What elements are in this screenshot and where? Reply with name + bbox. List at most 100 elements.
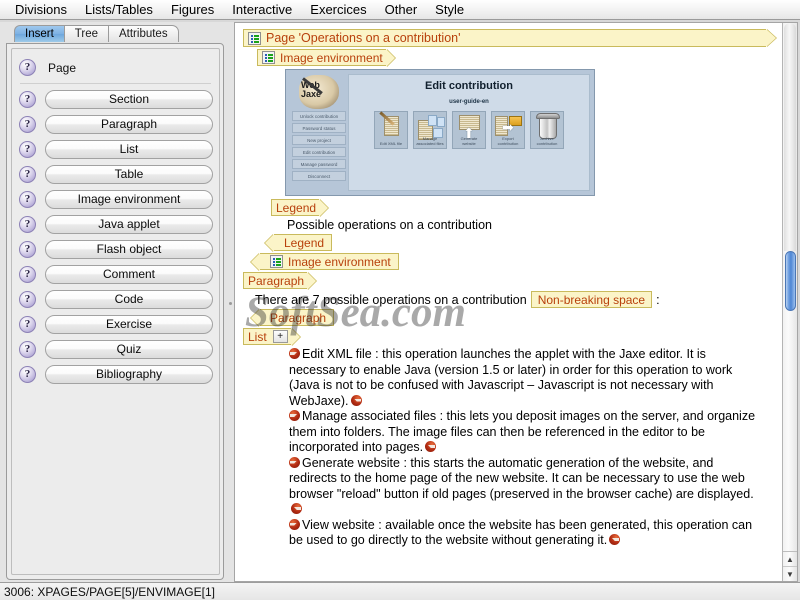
menu-divisions[interactable]: Divisions xyxy=(6,1,76,19)
insert-button-paragraph[interactable]: Paragraph xyxy=(45,115,213,134)
help-icon[interactable]: ? xyxy=(19,341,36,358)
tag-legend-open[interactable]: Legend xyxy=(271,199,320,216)
paragraph-body[interactable]: There are 7 possible operations on a con… xyxy=(255,291,776,308)
help-icon[interactable]: ? xyxy=(19,141,36,158)
insert-button-exercise[interactable]: Exercise xyxy=(45,315,213,334)
item-start-icon xyxy=(289,348,300,359)
tag-paragraph-close[interactable]: Paragraph xyxy=(260,309,335,326)
tag-page-label: Page 'Operations on a contribution' xyxy=(266,31,461,45)
insert-button-quiz[interactable]: Quiz xyxy=(45,340,213,359)
tab-insert[interactable]: Insert xyxy=(14,25,65,42)
tag-image-environment-close-label: Image environment xyxy=(288,254,391,269)
menu-other[interactable]: Other xyxy=(376,1,427,19)
insert-button-code[interactable]: Code xyxy=(45,290,213,309)
item-end-icon xyxy=(291,503,302,514)
tag-list-open[interactable]: List + xyxy=(243,328,291,345)
insert-button-section[interactable]: Section xyxy=(45,90,213,109)
help-icon[interactable]: ? xyxy=(19,116,36,133)
tab-attributes[interactable]: Attributes xyxy=(108,25,179,42)
insert-button-flash-object[interactable]: Flash object xyxy=(45,240,213,259)
tab-tree[interactable]: Tree xyxy=(63,25,109,42)
document-view[interactable]: SoftSea.com Page 'Operations on a contri… xyxy=(235,23,782,581)
list-item-text: View website : available once the websit… xyxy=(289,517,753,548)
item-end-icon xyxy=(609,534,621,545)
insert-row-quiz: ? Quiz xyxy=(12,337,219,362)
screenshot-side-button: Unlock contribution xyxy=(292,111,346,121)
help-icon[interactable]: ? xyxy=(19,266,36,283)
list-item[interactable]: View website : available once the websit… xyxy=(289,518,776,549)
manage-files-icon: Manage associated files xyxy=(413,111,447,149)
help-icon[interactable]: ? xyxy=(19,91,36,108)
icon-caption: Generate website xyxy=(460,137,478,146)
list-item[interactable]: Generate website : this starts the autom… xyxy=(289,456,776,518)
tag-legend-open-label: Legend xyxy=(276,200,317,215)
help-icon[interactable]: ? xyxy=(19,291,36,308)
insert-button-list[interactable]: List xyxy=(45,140,213,159)
help-icon[interactable]: ? xyxy=(19,216,36,233)
item-start-icon xyxy=(289,518,300,530)
help-icon[interactable]: ? xyxy=(19,366,36,383)
document-panel: SoftSea.com Page 'Operations on a contri… xyxy=(234,22,798,582)
icon-caption: Export contribution xyxy=(497,137,519,146)
insert-row-flash-object: ? Flash object xyxy=(12,237,219,262)
tag-legend-close-label: Legend xyxy=(284,235,325,250)
screenshot-title: Edit contribution xyxy=(425,80,513,92)
list-icon xyxy=(262,51,275,64)
status-bar: 3006: XPAGES/PAGE[5]/ENVIMAGE[1] xyxy=(0,582,800,600)
screenshot-main: Edit contribution user-guide-en Edit XML… xyxy=(348,74,590,191)
legend-open-line: Legend xyxy=(271,199,776,216)
insert-row-image-environment: ? Image environment xyxy=(12,187,219,212)
scroll-up-arrow[interactable]: ▲ xyxy=(783,552,797,567)
tag-paragraph-open[interactable]: Paragraph xyxy=(243,272,308,289)
help-icon[interactable]: ? xyxy=(19,241,36,258)
list-item[interactable]: Manage associated files : this lets you … xyxy=(289,409,776,456)
menu-figures[interactable]: Figures xyxy=(162,1,223,19)
insert-button-bibliography[interactable]: Bibliography xyxy=(45,365,213,384)
generate-website-icon: ⬆ Generate website xyxy=(452,111,486,149)
menu-exercices[interactable]: Exercices xyxy=(301,1,375,19)
add-list-item-button[interactable]: + xyxy=(272,330,288,343)
legend-close-line: Legend xyxy=(265,234,776,251)
legend-body-text[interactable]: Possible operations on a contribution xyxy=(287,218,776,232)
application-window: Divisions Lists/Tables Figures Interacti… xyxy=(0,0,800,600)
menu-interactive[interactable]: Interactive xyxy=(223,1,301,19)
scroll-down-arrow[interactable]: ▼ xyxy=(783,567,797,581)
help-icon[interactable]: ? xyxy=(19,316,36,333)
tag-legend-close[interactable]: Legend xyxy=(274,234,333,251)
archive-contribution-icon: Archive contribution xyxy=(530,111,564,149)
scrollbar-track-upper[interactable] xyxy=(784,23,796,251)
tab-content: ? Page ? Section ? Paragraph ? List ? Ta… xyxy=(6,43,224,580)
insert-button-image-environment[interactable]: Image environment xyxy=(45,190,213,209)
menu-bar: Divisions Lists/Tables Figures Interacti… xyxy=(0,0,800,20)
webjaxe-logo-icon: Web Jaxe xyxy=(299,75,339,109)
palette-context-row: ? Page xyxy=(12,54,219,81)
list-item-text: Generate website : this starts the autom… xyxy=(289,455,754,501)
tag-non-breaking-space[interactable]: Non-breaking space xyxy=(530,291,653,308)
insert-button-comment[interactable]: Comment xyxy=(45,265,213,284)
item-start-icon xyxy=(289,410,300,421)
document-scrollbar[interactable]: ▲ ▼ xyxy=(782,23,797,581)
list-icon xyxy=(248,31,261,45)
item-end-icon xyxy=(425,441,437,452)
embedded-screenshot[interactable]: Web Jaxe Unlock contribution Password st… xyxy=(285,69,595,196)
insert-row-java-applet: ? Java applet xyxy=(12,212,219,237)
help-icon[interactable]: ? xyxy=(19,166,36,183)
menu-style[interactable]: Style xyxy=(426,1,473,19)
tag-image-environment-close[interactable]: Image environment xyxy=(260,253,399,270)
tag-page[interactable]: Page 'Operations on a contribution' xyxy=(243,29,766,47)
screenshot-side-button: New project xyxy=(292,135,346,145)
insert-button-java-applet[interactable]: Java applet xyxy=(45,215,213,234)
item-start-icon xyxy=(289,456,300,468)
tag-image-environment-open[interactable]: Image environment xyxy=(257,49,386,66)
icon-caption: Edit XML file xyxy=(379,141,403,146)
insert-button-table[interactable]: Table xyxy=(45,165,213,184)
item-end-icon xyxy=(350,394,362,406)
list-item-text: Manage associated files : this lets you … xyxy=(289,409,756,454)
list-item[interactable]: Edit XML file : this operation launches … xyxy=(289,347,776,409)
menu-lists-tables[interactable]: Lists/Tables xyxy=(76,1,162,19)
help-icon[interactable]: ? xyxy=(19,59,36,76)
help-icon[interactable]: ? xyxy=(19,191,36,208)
scrollbar-thumb[interactable] xyxy=(785,251,796,311)
tag-paragraph-open-label: Paragraph xyxy=(248,273,305,288)
insert-row-comment: ? Comment xyxy=(12,262,219,287)
